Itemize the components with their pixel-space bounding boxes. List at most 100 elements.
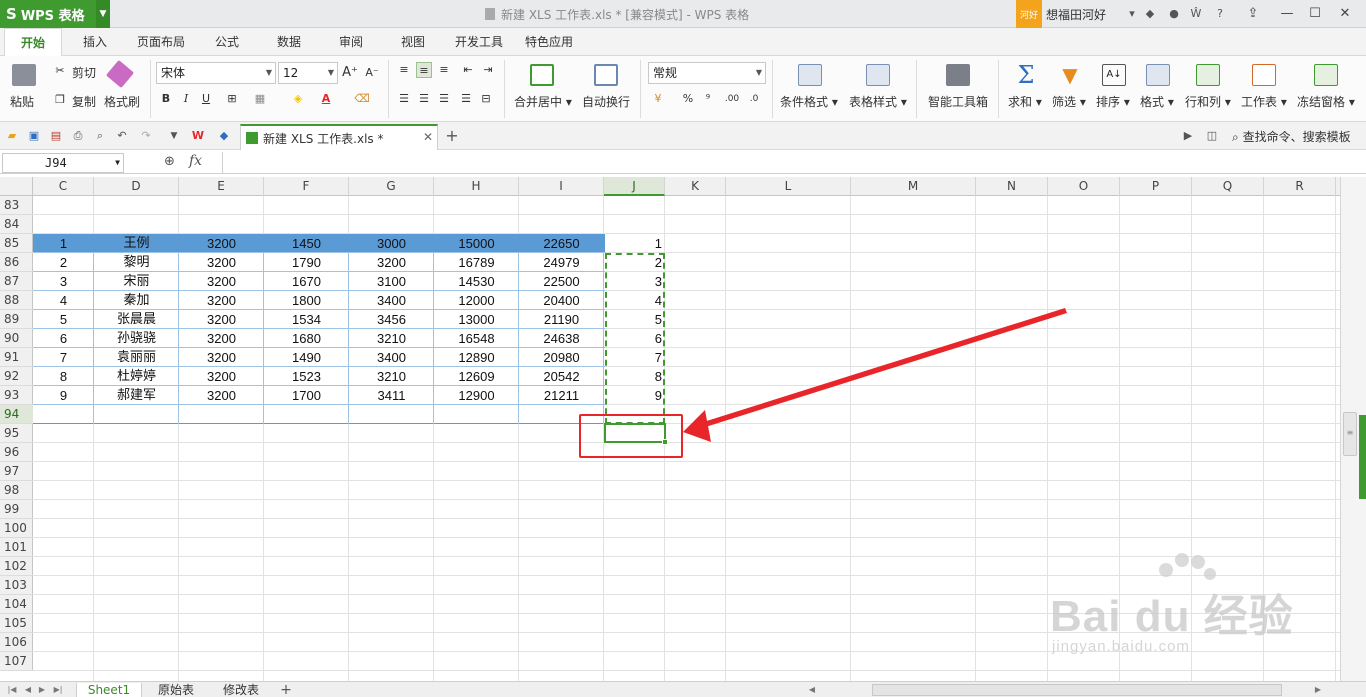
undo-icon[interactable]: ↶ [114, 128, 130, 144]
smart-toolbox-button[interactable]: 智能工具箱 [928, 93, 988, 110]
wps-cloud-icon[interactable]: Ŵ [1188, 6, 1204, 22]
zoom-formula-icon[interactable]: ⊕ [164, 154, 175, 169]
open-folder-icon[interactable]: ▰ [4, 128, 20, 144]
wrap-text-icon[interactable] [594, 64, 618, 86]
currency-icon[interactable]: ¥ [650, 91, 666, 107]
row-col-button[interactable]: 行和列 ▾ [1185, 93, 1231, 110]
smart-toolbox-icon[interactable] [946, 64, 970, 86]
customize-toolbar-icon[interactable]: ▼ [166, 128, 182, 144]
format-icon[interactable] [1146, 64, 1170, 86]
sum-icon[interactable]: Σ [1014, 63, 1038, 87]
sort-icon[interactable]: A↓ [1102, 64, 1126, 86]
row-header-91[interactable]: 91 [0, 348, 33, 367]
column-header-c[interactable]: C [33, 177, 94, 196]
sheet-tab-sheet1[interactable]: Sheet1 [76, 683, 142, 697]
distributed-icon[interactable]: ⊟ [478, 91, 494, 107]
conditional-format-button[interactable]: 条件格式 ▾ [780, 93, 838, 110]
format-button[interactable]: 格式 ▾ [1140, 93, 1174, 110]
last-sheet-icon[interactable]: ▶| [50, 682, 66, 697]
close-tab-icon[interactable]: ✕ [423, 130, 433, 144]
sort-button[interactable]: 排序 ▾ [1096, 93, 1130, 110]
tab-review[interactable]: 审阅 [328, 28, 374, 56]
table-style-button[interactable]: 表格样式 ▾ [849, 93, 907, 110]
align-top-icon[interactable]: ≡ [396, 62, 412, 78]
row-header-99[interactable]: 99 [0, 500, 33, 519]
wps-home-icon[interactable]: W [190, 128, 206, 144]
select-all-corner[interactable] [0, 177, 33, 196]
skin-icon[interactable]: ◆ [1142, 6, 1158, 22]
row-header-101[interactable]: 101 [0, 538, 33, 557]
row-header-102[interactable]: 102 [0, 557, 33, 576]
align-middle-icon[interactable]: ≡ [416, 62, 432, 78]
tab-developer[interactable]: 开发工具 [448, 28, 510, 56]
format-painter-icon[interactable] [105, 59, 135, 89]
decrease-indent-icon[interactable]: ⇤ [460, 62, 476, 78]
format-painter-button[interactable]: 格式刷 [104, 93, 140, 110]
save-icon[interactable]: ▣ [26, 128, 42, 144]
font-name-select[interactable]: 宋体 ▼ [156, 62, 276, 84]
tab-view[interactable]: 视图 [390, 28, 436, 56]
help-icon[interactable]: ? [1212, 6, 1228, 22]
row-col-icon[interactable] [1196, 64, 1220, 86]
paste-icon[interactable] [12, 64, 36, 86]
tab-home[interactable]: 开始 [4, 28, 62, 56]
column-header-m[interactable]: M [851, 177, 976, 196]
add-sheet-icon[interactable]: + [278, 682, 294, 697]
side-panel-toggle[interactable] [1359, 415, 1366, 499]
row-header-95[interactable]: 95 [0, 424, 33, 443]
table-style-icon[interactable] [866, 64, 890, 86]
align-bottom-icon[interactable]: ≡ [436, 62, 452, 78]
cut-icon[interactable]: ✂ [52, 63, 68, 79]
row-header-87[interactable]: 87 [0, 272, 33, 291]
column-header-f[interactable]: F [264, 177, 349, 196]
merge-center-icon[interactable] [530, 64, 554, 86]
message-icon[interactable]: ● [1166, 6, 1182, 22]
align-right-icon[interactable]: ☰ [436, 91, 452, 107]
fill-pattern-icon[interactable]: ▦ [252, 91, 268, 107]
restore-ribbon-icon[interactable]: ⇪ [1242, 4, 1264, 24]
column-header-n[interactable]: N [976, 177, 1048, 196]
align-left-icon[interactable]: ☰ [396, 91, 412, 107]
font-color-icon[interactable]: A [318, 91, 334, 107]
decrease-font-icon[interactable]: A⁻ [364, 65, 380, 81]
insert-function-button[interactable]: fx [189, 153, 202, 169]
column-header-d[interactable]: D [94, 177, 179, 196]
row-header-85[interactable]: 85 [0, 234, 33, 253]
scroll-right-icon[interactable]: ▶ [1310, 682, 1326, 697]
maximize-button[interactable]: ☐ [1304, 4, 1326, 24]
percent-button[interactable]: % [680, 91, 696, 107]
column-header-j[interactable]: J [604, 177, 665, 196]
paste-button[interactable]: 粘贴 [10, 93, 34, 110]
row-header-103[interactable]: 103 [0, 576, 33, 595]
tab-formulas[interactable]: 公式 [204, 28, 250, 56]
row-header-100[interactable]: 100 [0, 519, 33, 538]
merge-center-button[interactable]: 合并居中 ▾ [514, 93, 572, 110]
justify-icon[interactable]: ☰ [458, 91, 474, 107]
thousands-button[interactable]: ⁹ [700, 91, 716, 107]
tab-special[interactable]: 特色应用 [518, 28, 580, 56]
user-name[interactable]: 想福田河好 [1046, 6, 1106, 23]
tab-page-layout[interactable]: 页面布局 [130, 28, 192, 56]
row-header-86[interactable]: 86 [0, 253, 33, 272]
sheet-tab-modified[interactable]: 修改表 [210, 683, 272, 697]
row-header-98[interactable]: 98 [0, 481, 33, 500]
print-preview-icon[interactable]: ⌕ [92, 128, 108, 144]
name-box[interactable]: J94 ▼ [2, 153, 124, 173]
italic-icon[interactable]: I [178, 91, 194, 107]
document-tab[interactable]: 新建 XLS 工作表.xls * ✕ [240, 124, 438, 150]
column-header-i[interactable]: I [519, 177, 604, 196]
font-size-select[interactable]: 12 ▼ [278, 62, 338, 84]
column-header-l[interactable]: L [726, 177, 851, 196]
first-sheet-icon[interactable]: |◀ [4, 682, 20, 697]
clear-format-icon[interactable]: ⌫ [354, 91, 370, 107]
row-header-105[interactable]: 105 [0, 614, 33, 633]
share-icon[interactable]: ◫ [1204, 128, 1220, 144]
next-sheet-icon[interactable]: ▶ [34, 682, 50, 697]
row-header-92[interactable]: 92 [0, 367, 33, 386]
cube-icon[interactable]: ◆ [216, 128, 232, 144]
user-dropdown-icon[interactable]: ▾ [1124, 6, 1140, 22]
column-header-h[interactable]: H [434, 177, 519, 196]
column-header-o[interactable]: O [1048, 177, 1120, 196]
freeze-panes-button[interactable]: 冻结窗格 ▾ [1297, 93, 1355, 110]
row-header-106[interactable]: 106 [0, 633, 33, 652]
